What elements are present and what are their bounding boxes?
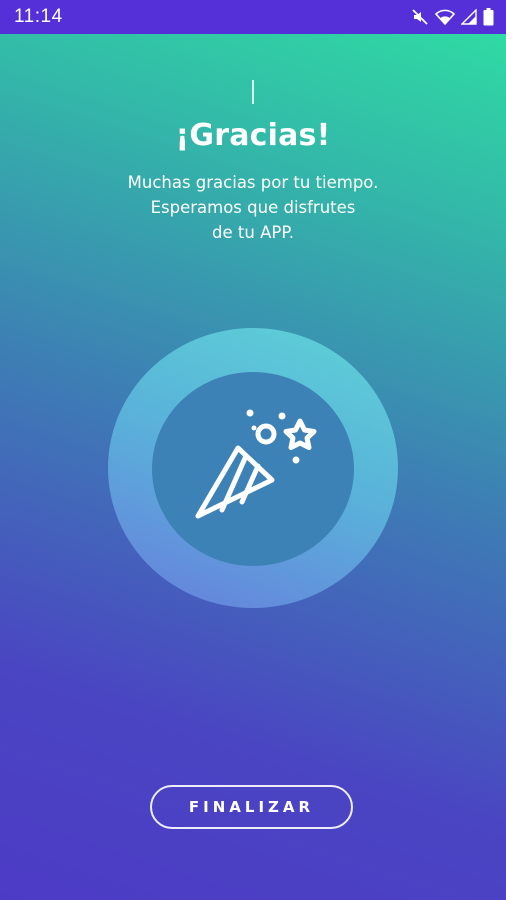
message-line: Esperamos que disfrutes <box>150 198 356 217</box>
status-icons <box>411 7 494 27</box>
message-line: de tu APP. <box>212 223 294 242</box>
divider <box>252 80 254 104</box>
status-time: 11:14 <box>14 6 63 27</box>
message-line: Muchas gracias por tu tiempo. <box>127 173 379 192</box>
thank-you-message: Muchas gracias por tu tiempo. Esperamos … <box>0 170 506 245</box>
finalize-button[interactable]: FINALIZAR <box>150 785 353 829</box>
signal-icon <box>461 9 477 25</box>
party-popper-icon <box>195 409 317 519</box>
page-title: ¡Gracias! <box>175 118 331 153</box>
wifi-icon <box>435 9 455 25</box>
thank-you-screen: 11:14 ¡Gracias! Muchas gracias por tu ti… <box>0 0 506 900</box>
mute-icon <box>411 8 429 26</box>
status-bar: 11:14 <box>0 0 506 34</box>
battery-icon <box>483 8 494 26</box>
